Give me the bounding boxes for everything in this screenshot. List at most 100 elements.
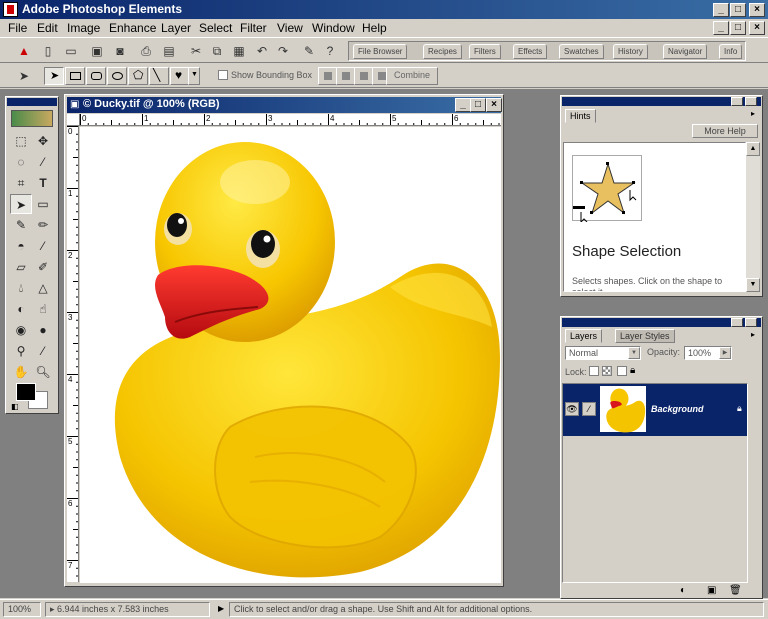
- maximize-button[interactable]: □: [730, 3, 746, 17]
- paste-icon[interactable]: ▦: [229, 41, 249, 61]
- new-file-icon[interactable]: ▯: [38, 41, 58, 61]
- open-file-icon[interactable]: ▭: [61, 41, 81, 61]
- menu-file[interactable]: File: [8, 21, 27, 35]
- eye-visibility-icon[interactable]: 👁︎: [565, 402, 579, 416]
- print-icon[interactable]: ⎙: [136, 41, 156, 61]
- add-to-shape-button[interactable]: [318, 67, 338, 85]
- tab-effects[interactable]: Effects: [513, 44, 548, 59]
- menu-filter[interactable]: Filter: [240, 21, 267, 35]
- shape-selection-tool-icon[interactable]: ➤: [10, 194, 32, 214]
- minimize-button[interactable]: _: [713, 3, 729, 17]
- tab-filters[interactable]: Filters: [469, 44, 501, 59]
- adobe-logo-icon[interactable]: ▲: [14, 41, 34, 61]
- tab-file-browser[interactable]: File Browser: [353, 44, 408, 59]
- copy-icon[interactable]: ⧉: [207, 41, 227, 61]
- show-bounding-box-checkbox[interactable]: [218, 70, 228, 80]
- quick-fix-icon[interactable]: ✎: [299, 41, 319, 61]
- app-icon[interactable]: [3, 2, 18, 17]
- line-tool-button[interactable]: ╲: [149, 67, 169, 85]
- new-adjustment-layer-icon[interactable]: ◐: [680, 585, 686, 596]
- cut-icon[interactable]: ✂: [186, 41, 206, 61]
- vertical-ruler[interactable]: 0 1 2 3 4 5 6 7: [67, 126, 79, 582]
- doc-window-minimize-button[interactable]: _: [455, 98, 471, 112]
- zoom-level[interactable]: 100%: [3, 602, 41, 617]
- smudge-tool-icon[interactable]: ☝: [32, 299, 54, 319]
- tab-navigator[interactable]: Navigator: [663, 44, 708, 59]
- adobe-online-icon[interactable]: [11, 110, 53, 127]
- tab-swatches[interactable]: Swatches: [559, 44, 604, 59]
- undo-icon[interactable]: ↶: [252, 41, 272, 61]
- tab-info[interactable]: Info: [719, 44, 743, 59]
- doc-minimize-button[interactable]: _: [713, 21, 729, 35]
- tab-history[interactable]: History: [613, 44, 648, 59]
- custom-shape-tool-button[interactable]: ♥: [170, 67, 190, 85]
- doc-maximize-button[interactable]: □: [730, 21, 746, 35]
- ruler-origin[interactable]: [67, 114, 80, 126]
- image-canvas[interactable]: [80, 127, 501, 583]
- ellipse-tool-button[interactable]: [107, 67, 127, 85]
- shape-options-dropdown[interactable]: ▼: [188, 67, 200, 85]
- save-for-web-icon[interactable]: ◙: [110, 41, 130, 61]
- doc-window-close-button[interactable]: ×: [486, 98, 502, 112]
- move-tool-icon[interactable]: ✥: [32, 131, 54, 151]
- tab-hints[interactable]: Hints: [565, 109, 596, 123]
- menu-help[interactable]: Help: [362, 21, 387, 35]
- menu-edit[interactable]: Edit: [37, 21, 58, 35]
- menu-select[interactable]: Select: [199, 21, 232, 35]
- menu-window[interactable]: Window: [312, 21, 355, 35]
- shape-selection-tool-button[interactable]: ➤: [44, 67, 64, 85]
- layers-close-button[interactable]: [745, 318, 757, 327]
- paint-bucket-icon[interactable]: ◓: [10, 236, 32, 256]
- menu-enhance[interactable]: Enhance: [109, 21, 156, 35]
- eyedropper-icon[interactable]: ⁄: [32, 341, 54, 361]
- hand-tool-icon[interactable]: ✋: [10, 362, 32, 382]
- more-help-button[interactable]: More Help: [692, 124, 758, 138]
- eraser-tool-icon[interactable]: ▱: [10, 257, 32, 277]
- lock-transparency-checkbox[interactable]: [589, 366, 599, 376]
- palette-menu-arrow-icon[interactable]: ▸: [751, 109, 755, 118]
- polygon-tool-button[interactable]: ⬠: [128, 67, 148, 85]
- lasso-tool-icon[interactable]: ◌: [10, 152, 32, 172]
- opacity-field[interactable]: 100% ▶: [684, 346, 732, 360]
- menu-layer[interactable]: Layer: [161, 21, 191, 35]
- dodge-tool-icon[interactable]: ◐: [10, 299, 32, 319]
- redo-icon[interactable]: ↷: [273, 41, 293, 61]
- combine-button[interactable]: Combine: [386, 67, 438, 85]
- status-menu-arrow-icon[interactable]: ▸: [50, 604, 57, 614]
- clone-stamp-icon[interactable]: ⚲: [10, 341, 32, 361]
- brush-link-icon[interactable]: ⁄: [582, 402, 596, 416]
- doc-window-maximize-button[interactable]: □: [470, 98, 486, 112]
- hints-title-bar[interactable]: [562, 97, 761, 106]
- delete-layer-icon[interactable]: 🗑︎: [729, 585, 742, 596]
- doc-close-button[interactable]: ×: [749, 21, 765, 35]
- red-eye-brush-icon[interactable]: ◉: [10, 320, 32, 340]
- impressionist-brush-icon[interactable]: ⁄: [32, 236, 54, 256]
- subtract-shape-button[interactable]: [336, 67, 356, 85]
- scroll-up-icon[interactable]: ▲: [746, 142, 760, 156]
- new-layer-icon[interactable]: ▣: [707, 585, 716, 596]
- crop-tool-icon[interactable]: ⌗: [10, 173, 32, 193]
- history-brush-icon[interactable]: ✐: [32, 257, 54, 277]
- gradient-tool-icon[interactable]: ▭: [32, 194, 54, 214]
- intersect-shape-button[interactable]: [354, 67, 374, 85]
- tab-recipes[interactable]: Recipes: [423, 44, 462, 59]
- brush-tool-icon[interactable]: ✎: [10, 215, 32, 235]
- hints-close-button[interactable]: [745, 97, 757, 106]
- layer-row[interactable]: 👁︎ ⁄ Background 🔒︎: [563, 384, 747, 436]
- menu-view[interactable]: View: [277, 21, 303, 35]
- document-title-bar[interactable]: ▣ © Ducky.tif @ 100% (RGB) _ □ ×: [67, 97, 502, 113]
- layers-minimize-button[interactable]: [731, 318, 743, 327]
- blur-tool-icon[interactable]: 💧︎: [10, 278, 32, 298]
- print-preview-icon[interactable]: ▤: [159, 41, 179, 61]
- rectangle-tool-button[interactable]: [65, 67, 85, 85]
- close-button[interactable]: ×: [749, 3, 765, 17]
- horizontal-ruler[interactable]: 0 1 2 3 4 5 6: [80, 114, 501, 126]
- lock-all-checkbox[interactable]: [617, 366, 627, 376]
- save-icon[interactable]: ▣: [87, 41, 107, 61]
- scroll-down-icon[interactable]: ▼: [746, 278, 760, 292]
- magic-wand-icon[interactable]: ⁄: [32, 152, 54, 172]
- default-colors-icon[interactable]: ◧: [11, 402, 19, 411]
- rectangular-marquee-icon[interactable]: ⬚: [10, 131, 32, 151]
- pencil-tool-icon[interactable]: ✏: [32, 215, 54, 235]
- zoom-tool-icon[interactable]: 🔍︎: [32, 362, 54, 382]
